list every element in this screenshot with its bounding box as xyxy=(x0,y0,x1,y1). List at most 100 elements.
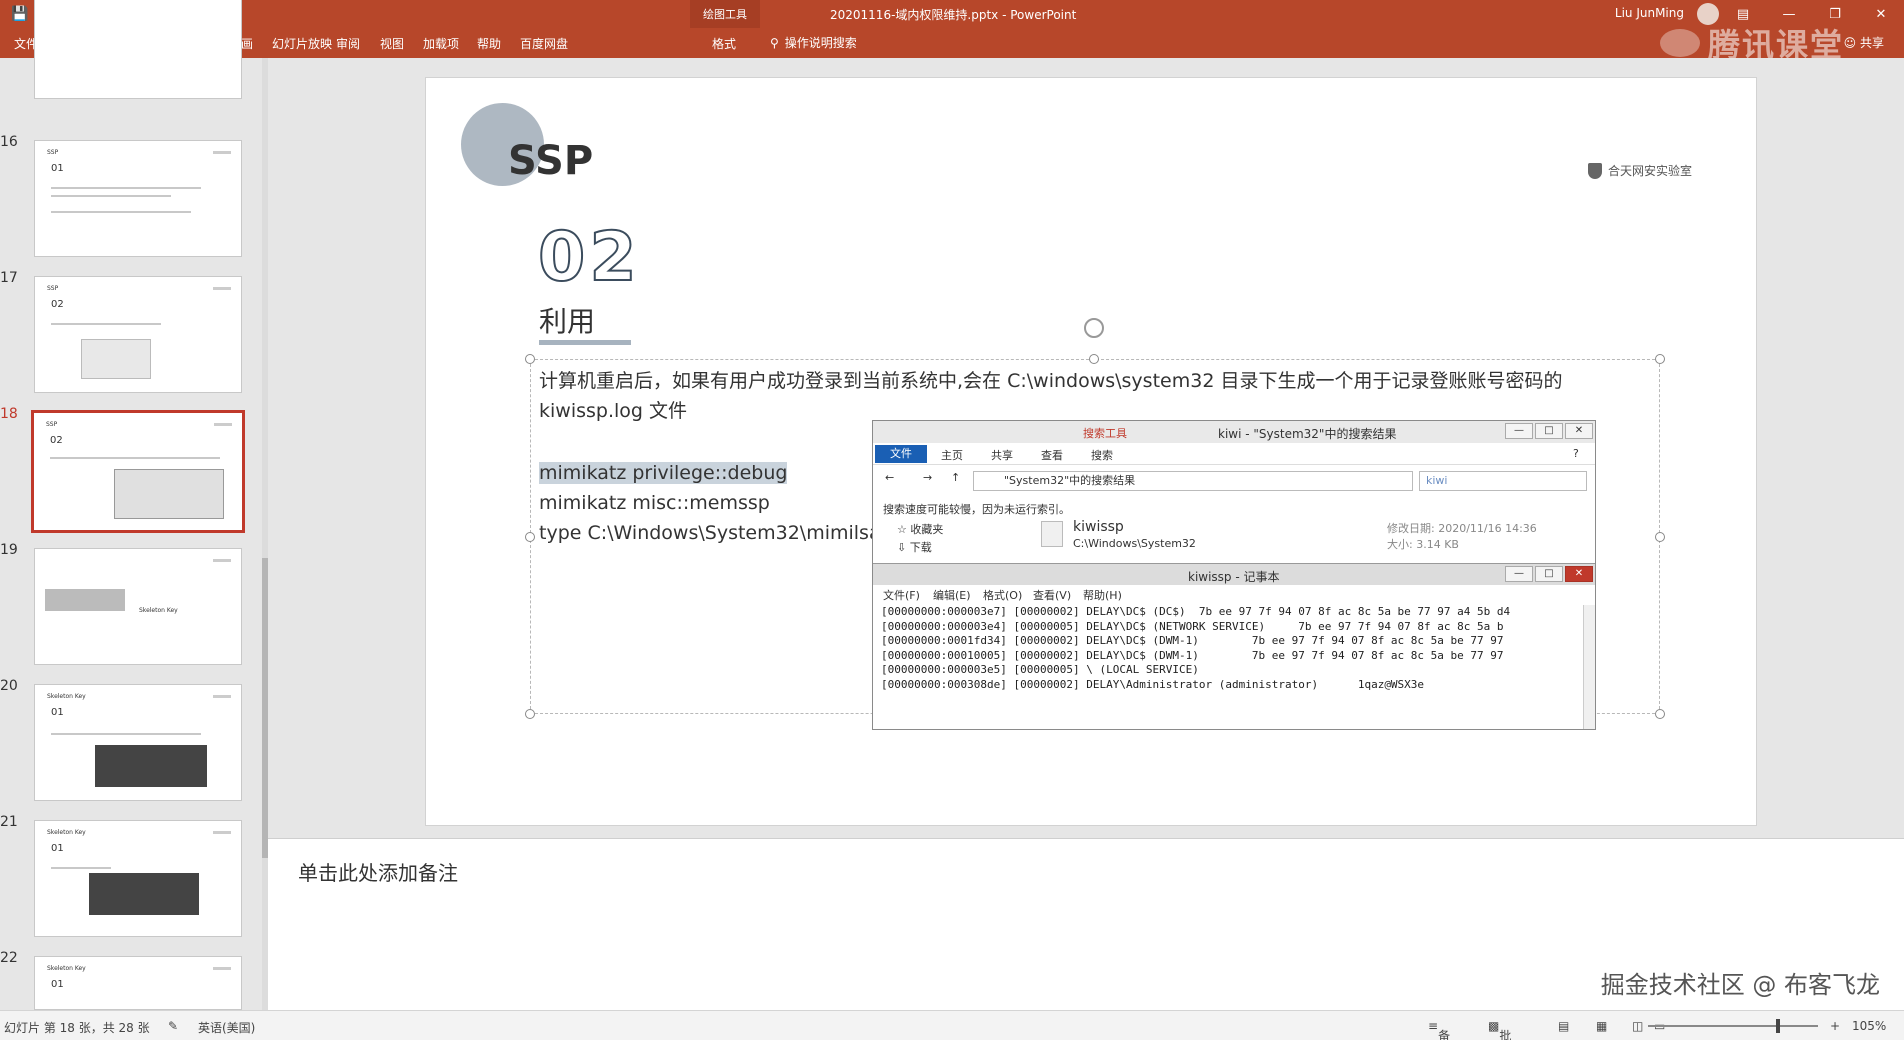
result-modified: 修改日期: 2020/11/16 14:36 xyxy=(1387,522,1537,535)
resize-handle[interactable] xyxy=(1655,709,1665,719)
notes-toggle[interactable]: ≡ 备注 xyxy=(1428,1019,1450,1040)
help-icon: ? xyxy=(1573,447,1579,460)
user-name[interactable]: Liu JunMing xyxy=(1615,6,1684,20)
explorer-title: kiwi - "System32"中的搜索结果 xyxy=(1218,427,1397,441)
reading-view-icon[interactable]: ◫ xyxy=(1632,1019,1643,1033)
status-bar: 幻灯片 第 18 张，共 28 张 ✎ 英语(美国) ≡ 备注 ▩ 批注 ▤ ▦… xyxy=(0,1010,1904,1040)
minimize-icon: — xyxy=(1505,566,1533,582)
zoom-slider[interactable] xyxy=(1648,1025,1818,1027)
explorer-title-bar: 搜索工具 kiwi - "System32"中的搜索结果 — □ ✕ xyxy=(873,421,1595,443)
notes-placeholder[interactable]: 单击此处添加备注 xyxy=(298,857,458,886)
slide-number: 18 xyxy=(0,406,18,422)
slide-title[interactable]: SSP xyxy=(508,138,593,184)
thumbnail-text-line xyxy=(50,457,220,459)
thumbnail-brand xyxy=(213,287,231,290)
person-icon: ☺ xyxy=(1843,36,1857,50)
slide-thumbnail-15[interactable] xyxy=(34,0,242,99)
slide-body-text[interactable]: 计算机重启后，如果有用户成功登录到当前系统中,会在 C:\windows\sys… xyxy=(539,366,1629,426)
slide-number: 22 xyxy=(0,950,18,966)
file-name: 20201116-域内权限维持.pptx xyxy=(830,8,999,22)
explorer-file-tab: 文件 xyxy=(875,445,927,463)
tab-view[interactable]: 视图 xyxy=(380,35,404,52)
slide-thumbnail[interactable]: Skeleton Key 01 xyxy=(34,820,242,937)
lightbulb-icon: ⚲ xyxy=(770,35,779,50)
explorer-window-controls: — □ ✕ xyxy=(1505,423,1593,439)
zoom-level[interactable]: 105% xyxy=(1852,1019,1886,1033)
thumbnail-brand xyxy=(213,559,231,562)
notepad-menu-item: 文件(F) xyxy=(883,589,920,602)
explorer-tab: 查看 xyxy=(1041,449,1063,462)
result-size: 大小: 3.14 KB xyxy=(1387,538,1459,551)
ribbon-tabs: 文件 开始 插入 设计 切换 动画 幻灯片放映 审阅 视图 加载项 帮助 百度网… xyxy=(0,26,1904,64)
explorer-address-bar: "System32"中的搜索结果 xyxy=(973,471,1413,491)
explorer-address-row: ← → ↑ "System32"中的搜索结果 kiwi xyxy=(873,465,1595,495)
thumbnail-section: 02 xyxy=(51,299,64,310)
slide-canvas[interactable]: SSP 合天网安实验室 02 利用 计算机重启后，如果有用户成功登录到当前系统中… xyxy=(425,77,1757,826)
resize-handle[interactable] xyxy=(1089,354,1099,364)
thumbnail-title: SSP xyxy=(47,285,59,292)
command-list[interactable]: mimikatz privilege::debug mimikatz misc:… xyxy=(539,458,916,548)
section-number[interactable]: 02 xyxy=(537,217,641,298)
overlay-logo: 腾讯课堂 xyxy=(1659,26,1844,64)
slide-thumbnail-pane: 16 SSP 01 17 SSP 02 18 SSP 02 19 Skeleto… xyxy=(0,0,268,1010)
notes-pane[interactable]: 单击此处添加备注 掘金技术社区 @ 布客飞龙 xyxy=(268,838,1904,1010)
thumbnail-title: SSP xyxy=(46,421,58,428)
slide-sorter-icon[interactable]: ▦ xyxy=(1596,1019,1607,1033)
slide-thumbnail[interactable]: Skeleton Key xyxy=(34,548,242,665)
tell-me-search[interactable]: ⚲ 操作说明搜索 xyxy=(770,34,857,51)
log-line: [00000000:000003e7] [00000002] DELAY\DC$… xyxy=(881,605,1511,618)
slide-thumbnail[interactable]: SSP 02 xyxy=(34,276,242,393)
thumbnail-image xyxy=(114,469,224,519)
zoom-plus-icon[interactable]: + xyxy=(1830,1019,1840,1033)
tab-addins[interactable]: 加载项 xyxy=(423,35,459,52)
language-indicator[interactable]: 英语(美国) xyxy=(198,1019,255,1036)
notepad-window-controls: — □ ✕ xyxy=(1505,566,1593,582)
brand-logo: 合天网安实验室 xyxy=(1588,162,1692,179)
slide-thumbnail[interactable]: Skeleton Key 01 xyxy=(34,956,242,1010)
zoom-slider-knob[interactable] xyxy=(1775,1019,1780,1033)
comments-toggle[interactable]: ▩ 批注 xyxy=(1488,1019,1511,1040)
normal-view-icon[interactable]: ▤ xyxy=(1558,1019,1569,1033)
slide-editor: SSP 合天网安实验室 02 利用 计算机重启后，如果有用户成功登录到当前系统中… xyxy=(268,58,1904,838)
slide-number: 21 xyxy=(0,814,18,830)
explorer-tab: 共享 xyxy=(991,449,1013,462)
notepad-menu-item: 格式(O) xyxy=(983,589,1023,602)
save-icon[interactable]: 💾 xyxy=(10,4,30,24)
tab-slideshow[interactable]: 幻灯片放映 xyxy=(272,35,332,52)
resize-handle[interactable] xyxy=(1655,532,1665,542)
share-label: 共享 xyxy=(1859,36,1884,50)
thumbnail-section: 01 xyxy=(51,979,64,990)
slide-number: 16 xyxy=(0,134,18,150)
resize-handle[interactable] xyxy=(525,532,535,542)
resize-handle[interactable] xyxy=(1655,354,1665,364)
tab-format[interactable]: 格式 xyxy=(712,35,736,52)
rotate-handle-icon[interactable] xyxy=(1084,318,1104,338)
slide-thumbnail[interactable]: Skeleton Key 01 xyxy=(34,684,242,801)
up-icon: ↑ xyxy=(951,471,961,484)
notepad-title-bar: kiwissp - 记事本 — □ ✕ xyxy=(873,563,1595,585)
resize-handle[interactable] xyxy=(525,354,535,364)
log-line: [00000000:0001fd34] [00000002] DELAY\DC$… xyxy=(881,634,1504,647)
spellcheck-icon[interactable]: ✎ xyxy=(168,1019,178,1033)
thumbnail-brand xyxy=(214,423,232,426)
tell-me-label: 操作说明搜索 xyxy=(784,36,857,50)
thumbnail-section: 01 xyxy=(51,163,64,174)
tab-help[interactable]: 帮助 xyxy=(477,35,501,52)
section-title[interactable]: 利用 xyxy=(539,300,595,340)
explorer-search-box: kiwi xyxy=(1419,471,1587,491)
thumbnail-title: Skeleton Key xyxy=(47,693,86,700)
share-button[interactable]: ☺ 共享 xyxy=(1844,34,1884,51)
slide-counter: 幻灯片 第 18 张，共 28 张 xyxy=(4,1021,150,1035)
thumbnail-brand xyxy=(213,695,231,698)
resize-handle[interactable] xyxy=(525,709,535,719)
slide-thumbnail-active[interactable]: SSP 02 xyxy=(31,410,245,533)
nav-favorites: 收藏夹 xyxy=(910,523,944,536)
embedded-screenshot[interactable]: 搜索工具 kiwi - "System32"中的搜索结果 — □ ✕ 文件 主页… xyxy=(872,420,1596,730)
tab-review[interactable]: 审阅 xyxy=(336,35,360,52)
forward-icon: → xyxy=(923,471,933,484)
slide-thumbnail[interactable]: SSP 01 xyxy=(34,140,242,257)
close-icon[interactable]: ✕ xyxy=(1858,0,1904,28)
thumbnail-section: 02 xyxy=(50,435,63,446)
tab-baidu[interactable]: 百度网盘 xyxy=(520,35,568,52)
watermark: 掘金技术社区 @ 布客飞龙 xyxy=(1600,971,1880,999)
